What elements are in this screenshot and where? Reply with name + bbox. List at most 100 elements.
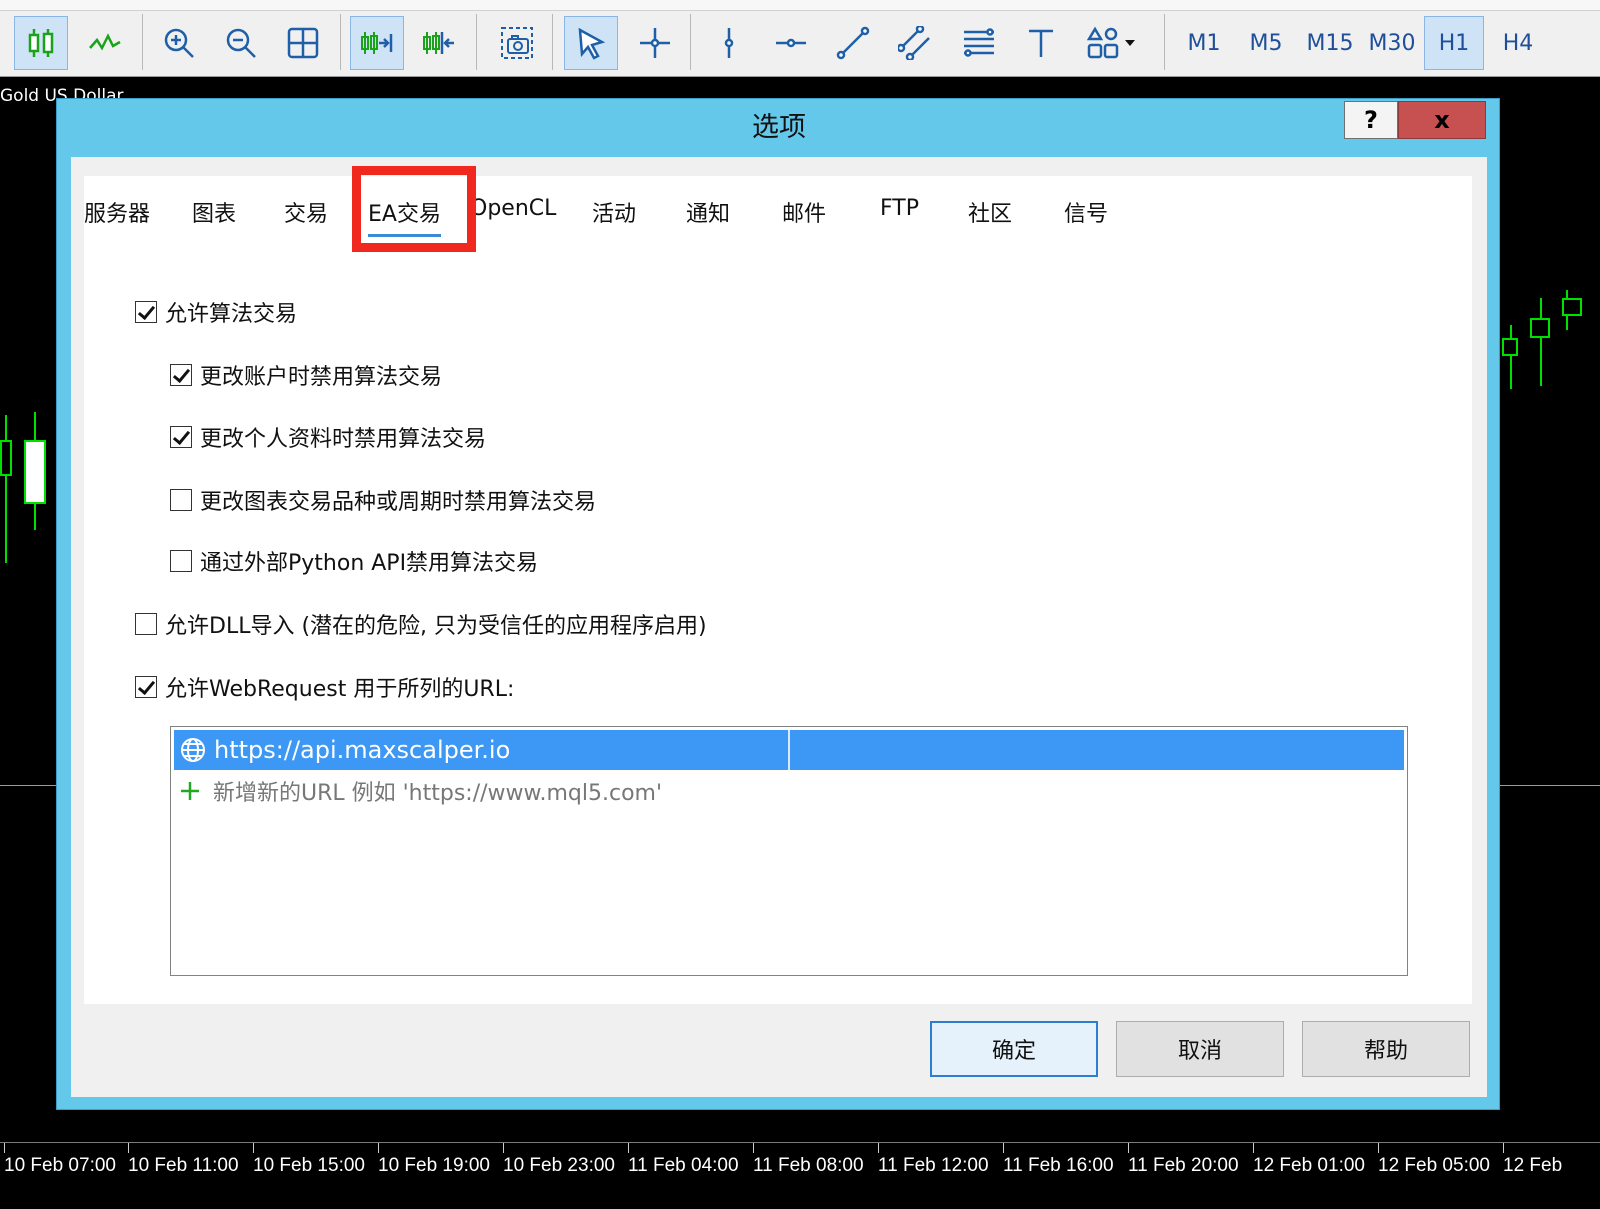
option-disable-via-python-api[interactable]: 通过外部Python API禁用算法交易 xyxy=(170,545,538,577)
globe-icon xyxy=(181,738,205,762)
tab-community[interactable]: 社区 xyxy=(968,196,1012,236)
url-text: https://api.maxscalper.io xyxy=(214,736,511,764)
add-url-row[interactable]: 新增新的URL 例如 'https://www.mql5.com' xyxy=(179,775,662,807)
chart-shift-icon[interactable] xyxy=(412,16,466,70)
vertical-line-icon[interactable] xyxy=(702,16,756,70)
candle-wick xyxy=(1510,325,1512,389)
help-button[interactable]: ? xyxy=(1344,101,1398,139)
time-label: 12 Feb 01:00 xyxy=(1253,1155,1365,1176)
option-disable-on-account-change[interactable]: 更改账户时禁用算法交易 xyxy=(170,359,442,391)
time-label: 10 Feb 07:00 xyxy=(4,1155,116,1176)
candle-body xyxy=(1502,338,1518,356)
dialog-title: 选项 xyxy=(752,112,806,143)
cursor-icon[interactable] xyxy=(564,16,618,70)
tab-events[interactable]: 活动 xyxy=(592,196,636,236)
candle-body xyxy=(0,440,12,476)
grid-icon[interactable] xyxy=(276,16,330,70)
time-axis: 10 Feb 07:00 10 Feb 11:00 10 Feb 15:00 1… xyxy=(0,1142,1600,1209)
option-disable-on-profile-change[interactable]: 更改个人资料时禁用算法交易 xyxy=(170,421,486,453)
time-label: 12 Feb xyxy=(1503,1155,1563,1176)
time-label: 11 Feb 20:00 xyxy=(1128,1155,1239,1176)
tab-panel: 服务器 图表 交易 EA交易 OpenCL 活动 通知 邮件 FTP 社区 信号… xyxy=(84,166,1472,1004)
checkbox[interactable] xyxy=(170,426,192,448)
candle-wick xyxy=(5,415,7,563)
timeframe-m5[interactable]: M5 xyxy=(1236,16,1296,70)
option-label: 允许算法交易 xyxy=(165,302,298,327)
checkbox[interactable] xyxy=(135,301,157,323)
menu-strip xyxy=(0,0,1600,11)
option-allow-dll-imports[interactable]: 允许DLL导入 (潜在的危险, 只为受信任的应用程序启用) xyxy=(135,608,707,640)
zoom-in-icon[interactable] xyxy=(152,16,206,70)
time-label: 11 Feb 04:00 xyxy=(628,1155,739,1176)
time-label: 10 Feb 11:00 xyxy=(128,1155,239,1176)
option-label: 允许DLL导入 (潜在的危险, 只为受信任的应用程序启用) xyxy=(165,614,707,639)
fibonacci-icon[interactable] xyxy=(952,16,1006,70)
option-disable-on-symbol-change[interactable]: 更改图表交易品种或周期时禁用算法交易 xyxy=(170,484,596,516)
candle-body xyxy=(1562,298,1582,316)
trend-line-icon[interactable] xyxy=(826,16,880,70)
toolbar-separator xyxy=(476,14,477,70)
timeframe-m1[interactable]: M1 xyxy=(1174,16,1234,70)
checkbox[interactable] xyxy=(170,364,192,386)
option-label: 通过外部Python API禁用算法交易 xyxy=(200,551,539,576)
cancel-button[interactable]: 取消 xyxy=(1116,1021,1284,1077)
candle-body xyxy=(24,440,46,504)
main-toolbar: M1 M5 M15 M30 H1 H4 xyxy=(0,0,1600,77)
horizontal-line-icon[interactable] xyxy=(764,16,818,70)
tab-opencl[interactable]: OpenCL xyxy=(470,196,556,236)
add-url-hint: 新增新的URL 例如 'https://www.mql5.com' xyxy=(213,781,663,806)
toolbar-separator xyxy=(690,14,691,70)
toolbar-separator xyxy=(552,14,553,70)
checkbox[interactable] xyxy=(135,613,157,635)
text-icon[interactable] xyxy=(1014,16,1068,70)
toolbar-separator xyxy=(1164,14,1165,70)
line-chart-icon[interactable] xyxy=(78,16,132,70)
time-label: 11 Feb 16:00 xyxy=(1003,1155,1114,1176)
help-dialog-button[interactable]: 帮助 xyxy=(1302,1021,1470,1077)
option-allow-webrequest[interactable]: 允许WebRequest 用于所列的URL: xyxy=(135,671,514,703)
timeframe-h1[interactable]: H1 xyxy=(1424,16,1484,70)
tab-server[interactable]: 服务器 xyxy=(84,196,150,236)
time-label: 10 Feb 15:00 xyxy=(253,1155,365,1176)
column-divider xyxy=(788,730,790,770)
candlestick-chart-icon[interactable] xyxy=(14,16,68,70)
tab-charts[interactable]: 图表 xyxy=(192,196,236,236)
autoscroll-icon[interactable] xyxy=(350,16,404,70)
checkbox[interactable] xyxy=(170,489,192,511)
tab-trade[interactable]: 交易 xyxy=(284,196,328,236)
toolbar-separator xyxy=(142,14,143,70)
channel-icon[interactable] xyxy=(888,16,942,70)
option-allow-algo-trading[interactable]: 允许算法交易 xyxy=(135,296,297,328)
dialog-body: 服务器 图表 交易 EA交易 OpenCL 活动 通知 邮件 FTP 社区 信号… xyxy=(71,157,1487,1097)
chevron-down-icon xyxy=(1125,40,1135,46)
ok-button[interactable]: 确定 xyxy=(930,1021,1098,1077)
options-dialog: 选项 ? x 服务器 图表 交易 EA交易 OpenCL 活动 通知 邮件 FT… xyxy=(56,98,1500,1110)
option-label: 更改图表交易品种或周期时禁用算法交易 xyxy=(200,490,597,515)
highlight-annotation xyxy=(352,166,476,252)
tab-notifications[interactable]: 通知 xyxy=(686,196,730,236)
time-label: 10 Feb 23:00 xyxy=(503,1155,615,1176)
time-label: 12 Feb 05:00 xyxy=(1378,1155,1490,1176)
tab-email[interactable]: 邮件 xyxy=(782,196,826,236)
candle-wick xyxy=(1540,298,1542,386)
time-label: 10 Feb 19:00 xyxy=(378,1155,490,1176)
timeframe-m15[interactable]: M15 xyxy=(1300,16,1360,70)
shapes-icon[interactable] xyxy=(1074,16,1148,70)
url-list[interactable]: https://api.maxscalper.io 新增新的URL 例如 'ht… xyxy=(170,726,1408,976)
checkbox[interactable] xyxy=(135,676,157,698)
crosshair-icon[interactable] xyxy=(628,16,682,70)
tab-signals[interactable]: 信号 xyxy=(1064,196,1108,236)
url-list-item[interactable]: https://api.maxscalper.io xyxy=(174,730,1404,770)
timeframe-m30[interactable]: M30 xyxy=(1362,16,1422,70)
tab-ftp[interactable]: FTP xyxy=(880,196,919,236)
option-label: 允许WebRequest 用于所列的URL: xyxy=(165,677,515,702)
screenshot-icon[interactable] xyxy=(490,16,544,70)
time-label: 11 Feb 12:00 xyxy=(878,1155,989,1176)
timeframe-h4[interactable]: H4 xyxy=(1488,16,1548,70)
candle-body xyxy=(1530,318,1550,338)
checkbox[interactable] xyxy=(170,550,192,572)
time-label: 11 Feb 08:00 xyxy=(753,1155,864,1176)
close-button[interactable]: x xyxy=(1398,101,1486,139)
zoom-out-icon[interactable] xyxy=(214,16,268,70)
toolbar-separator xyxy=(340,14,341,70)
